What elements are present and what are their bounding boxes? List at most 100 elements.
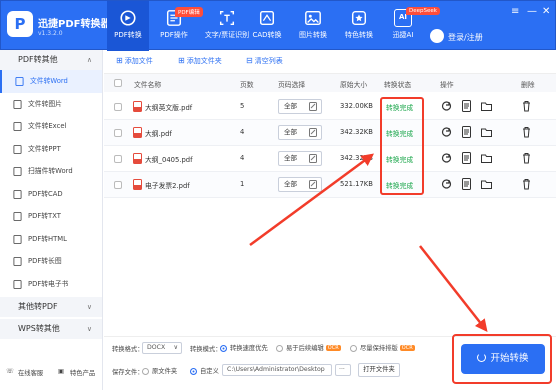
mode-editable-radio[interactable]: 易于后续编辑 OCR <box>276 343 341 352</box>
folder-icon[interactable] <box>481 126 492 138</box>
page-range-select[interactable]: 全部 <box>278 99 322 114</box>
product-icon[interactable]: ▣ <box>58 368 64 375</box>
save-path-input[interactable]: C:\Users\Administrator\Desktop <box>222 364 332 376</box>
delete-icon[interactable] <box>521 152 532 164</box>
row-checkbox[interactable] <box>114 129 122 137</box>
table-row: 大纲英文版.pdf 5 全部 332.00KB 转换完成 <box>104 94 556 120</box>
status-highlight-box <box>380 97 424 195</box>
folder-icon[interactable] <box>481 178 492 190</box>
sidebar-item-to-long-image[interactable]: PDF转长图 <box>0 250 102 273</box>
group-label: PDF转其他 <box>18 55 58 64</box>
sidebar-item-to-word[interactable]: 文件转Word <box>0 70 102 93</box>
file-name: 大纲.pdf <box>145 130 172 138</box>
col-page-range: 页码选择 <box>278 81 306 89</box>
minimize-icon[interactable]: — <box>527 7 537 17</box>
file-name: 大纲_0405.pdf <box>145 156 193 164</box>
support-icon[interactable]: ☏ <box>6 368 14 375</box>
browse-button[interactable]: ··· <box>335 364 351 376</box>
sidebar-group-wps[interactable]: WPS转其他 ∨ <box>0 319 102 339</box>
col-size: 原始大小 <box>340 81 368 89</box>
file-name: 电子发票2.pdf <box>145 182 190 190</box>
mode-layout-radio[interactable]: 尽量保持排版 OCR <box>350 343 415 352</box>
open-folder-button[interactable]: 打开文件夹 <box>358 363 400 377</box>
tab-special[interactable]: 特色转换 <box>341 1 377 51</box>
start-label: 开始转换 <box>490 353 529 364</box>
sidebar-item-label: PDF转CAD <box>28 189 63 198</box>
save-original-radio[interactable]: 原文件夹 <box>142 366 177 375</box>
tab-ocr[interactable]: 文字/票证识别 <box>197 1 257 51</box>
document-icon[interactable] <box>461 100 472 112</box>
row-checkbox[interactable] <box>114 155 122 163</box>
mode-speed-radio[interactable]: 转换速度优先 <box>220 343 268 352</box>
tab-cad[interactable]: CAD转换 <box>249 1 285 51</box>
page-range-select[interactable]: 全部 <box>278 177 322 192</box>
ppt-file-icon <box>13 144 22 154</box>
mode-label: 转换模式： <box>190 346 222 353</box>
add-file-label: 添加文件 <box>124 57 153 65</box>
special-products-link[interactable]: 特色产品 <box>70 368 95 377</box>
clear-list-button[interactable]: ⊟ 清空列表 <box>246 56 283 66</box>
online-support-link[interactable]: 在线客服 <box>18 368 43 377</box>
page-range-value: 全部 <box>284 102 297 110</box>
document-icon[interactable] <box>461 152 472 164</box>
page-range-select[interactable]: 全部 <box>278 125 322 140</box>
start-convert-button[interactable]: 开始转换 <box>461 344 545 374</box>
sidebar-item-label: PDF转电子书 <box>28 279 69 288</box>
select-all-checkbox[interactable] <box>114 79 122 87</box>
reconvert-icon[interactable] <box>441 100 452 112</box>
sidebar-item-to-ppt[interactable]: 文件转PPT <box>0 138 102 161</box>
row-checkbox[interactable] <box>114 181 122 189</box>
close-icon[interactable]: ✕ <box>542 7 550 17</box>
document-icon[interactable] <box>461 126 472 138</box>
top-bar: P 迅捷PDF转换器 v1.3.2.0 PDF转换 PDF操作 PDF编辑 文字… <box>0 0 556 51</box>
folder-icon[interactable] <box>481 100 492 112</box>
tab-label: PDF转换 <box>114 31 142 39</box>
save-custom-radio[interactable]: 自定义 <box>190 366 219 375</box>
reconvert-icon[interactable] <box>441 126 452 138</box>
long-image-icon <box>13 257 22 266</box>
pdf-file-icon <box>133 127 142 138</box>
sidebar-group-other-to-pdf[interactable]: 其他转PDF ∨ <box>0 297 102 317</box>
page-range-select[interactable]: 全部 <box>278 151 322 166</box>
add-folder-button[interactable]: ⊞ 添加文件夹 <box>178 56 222 66</box>
excel-file-icon <box>13 122 22 131</box>
document-icon[interactable] <box>461 178 472 190</box>
row-checkbox[interactable] <box>114 103 122 111</box>
pdf-file-icon <box>133 153 142 164</box>
delete-icon[interactable] <box>521 100 532 112</box>
image-icon <box>305 10 321 26</box>
save-original-label: 原文件夹 <box>152 368 178 375</box>
app-logo: P <box>7 11 33 37</box>
folder-icon[interactable] <box>481 152 492 164</box>
add-file-button[interactable]: ⊞ 添加文件 <box>116 56 153 66</box>
app-name: 迅捷PDF转换器 <box>38 19 111 30</box>
word-file-icon <box>15 77 24 86</box>
sidebar-item-to-txt[interactable]: PDF转TXT <box>0 205 102 228</box>
menu-icon[interactable]: ≡ <box>511 7 519 17</box>
toolbar: ⊞ 添加文件 ⊞ 添加文件夹 ⊟ 清空列表 <box>104 50 556 74</box>
sidebar-item-to-excel[interactable]: 文件转Excel <box>0 115 102 138</box>
sidebar-item-to-image[interactable]: 文件转图片 <box>0 93 102 116</box>
tab-label: 图片转换 <box>299 31 327 39</box>
sidebar-group-pdf-to-other[interactable]: PDF转其他 ∧ <box>0 50 102 70</box>
sidebar-item-label: PDF转HTML <box>28 234 67 243</box>
delete-icon[interactable] <box>521 126 532 138</box>
clear-label: 清空列表 <box>254 57 283 65</box>
format-select[interactable]: DOCX ∨ <box>142 342 182 354</box>
sidebar-item-to-html[interactable]: PDF转HTML <box>0 228 102 251</box>
sidebar-item-scan-to-word[interactable]: 扫描件转Word <box>0 160 102 183</box>
reconvert-icon[interactable] <box>441 178 452 190</box>
delete-icon[interactable] <box>521 178 532 190</box>
sidebar-item-to-cad[interactable]: PDF转CAD <box>0 183 102 206</box>
add-folder-label: 添加文件夹 <box>186 57 222 65</box>
login-link[interactable]: 登录/注册 <box>448 32 483 43</box>
sidebar-item-label: PDF转TXT <box>28 212 61 220</box>
avatar[interactable] <box>430 29 444 43</box>
sidebar-item-to-ebook[interactable]: PDF转电子书 <box>0 273 102 296</box>
tab-pdf-convert[interactable]: PDF转换 <box>107 1 149 51</box>
edit-icon <box>309 180 317 189</box>
reconvert-icon[interactable] <box>441 152 452 164</box>
tab-image[interactable]: 图片转换 <box>295 1 331 51</box>
pdf-file-icon <box>133 101 142 112</box>
edit-icon <box>309 128 317 137</box>
